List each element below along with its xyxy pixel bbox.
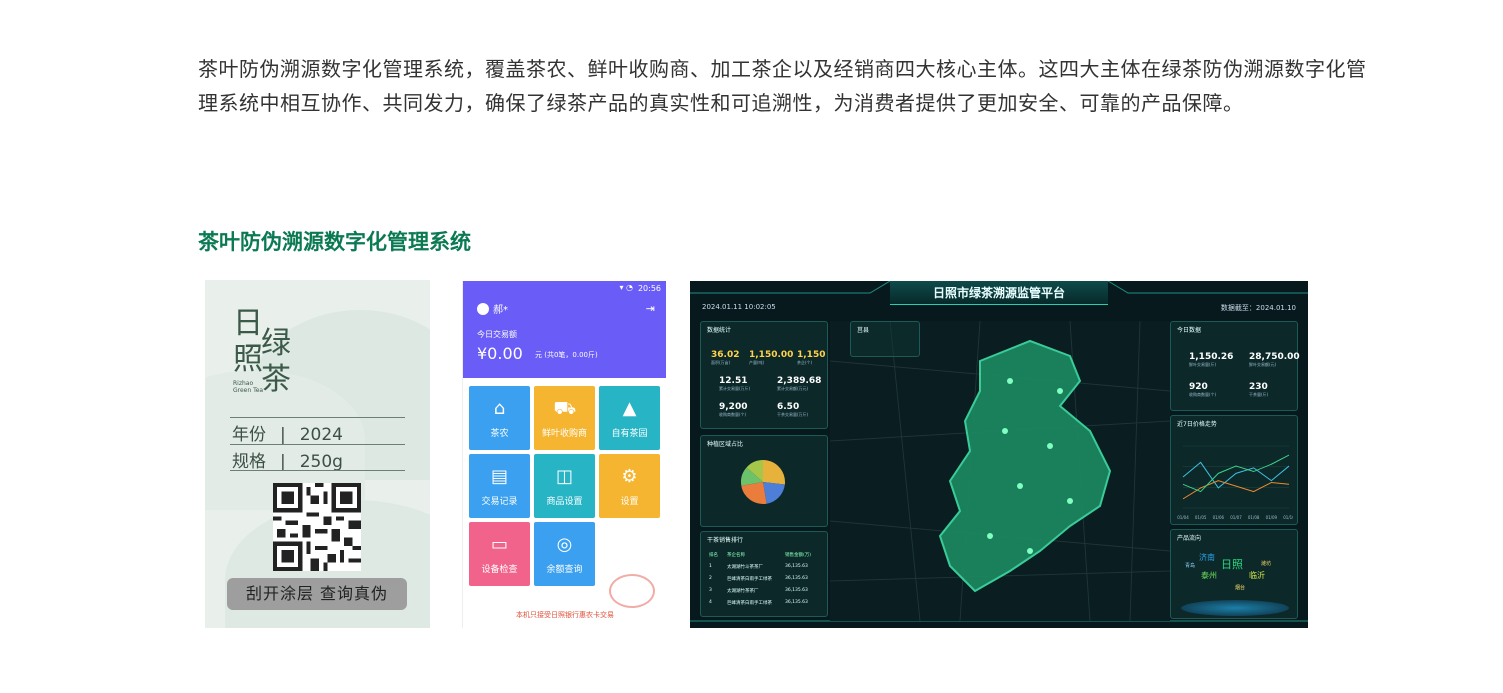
stat-buyers: 9,200 收购商数量(个) <box>719 402 748 417</box>
tile-product-settings[interactable]: ◫ 商品设置 <box>534 454 595 518</box>
user-info[interactable]: 郝* <box>477 301 508 316</box>
rizhao-green-tea-logo: 日 绿 照 茶 Rizhao Green Tea <box>233 306 291 397</box>
stat-volume: 12.51 累计交易量(万斤) <box>719 376 751 391</box>
ranking-panel: 干茶销售排行 排名 茶企名称 销售金额(万) 1 太湖湖竹斗茶茶厂 36,135.6… <box>700 531 828 617</box>
map-area[interactable] <box>830 321 1170 621</box>
pie-slice <box>763 460 785 485</box>
price-trend-chart: 01/04 01/05 01/06 01/07 01/08 01/09 01/10 <box>1177 445 1293 520</box>
coins-icon: ◎ <box>556 534 573 555</box>
logo-english: Rizhao Green Tea <box>233 380 264 394</box>
flow-city: 青岛 <box>1185 563 1196 569</box>
mobile-app-screenshot: ▾ ◔ 20:56 郝* ⇥ 今日交易额 ¥0.00 元 (共0笔，0.00斤)… <box>462 281 666 628</box>
bag-icon: ◫ <box>555 466 573 487</box>
table-row: 4 巨峰清茶白雨手工绿茶 36,135.63 <box>709 600 808 606</box>
series-line <box>1182 480 1290 500</box>
section-title: 茶叶防伪溯源数字化管理系统 <box>198 230 471 254</box>
trade-summary: 元 (共0笔，0.00斤) <box>535 351 598 359</box>
logout-icon[interactable]: ⇥ <box>646 302 655 315</box>
ranking-header: 排名 茶企名称 销售金额(万) <box>709 553 812 558</box>
x-tick-label: 01/04 <box>1177 515 1189 520</box>
document-icon: ▤ <box>490 466 508 487</box>
today-dry-tea: 230 干茶量(斤) <box>1249 382 1269 397</box>
x-tick-label: 01/06 <box>1213 515 1225 520</box>
flow-city: 潍坊 <box>1261 561 1272 567</box>
flow-city: 日照 <box>1221 558 1243 571</box>
user-hat-icon: ⌂ <box>493 398 506 419</box>
mountain-icon: ▲ <box>622 398 637 419</box>
tile-settings[interactable]: ⚙ 设置 <box>599 454 660 518</box>
scratch-verify-label: 刮开涂层 查询真伪 <box>227 578 407 610</box>
today-panel: 今日数据 1,150.26 鲜叶交易量(斤) 28,750.00 鲜叶交易额(元) … <box>1170 321 1300 411</box>
year-row: 年份 | 2024 <box>232 425 343 445</box>
flow-panel: 产品流向 日照 济南 泰州 临沂 青岛 潍坊 烟台 <box>1170 529 1298 619</box>
tea-package-image: 日 绿 照 茶 Rizhao Green Tea 年份 | 2024 规格 | 250g <box>205 280 430 628</box>
region-pie-chart <box>741 460 785 504</box>
trade-label: 今日交易额 <box>477 330 517 339</box>
dashboard-datetime: 2024.01.11 10:02:05 <box>702 303 776 311</box>
truck-icon: ⛟ <box>553 398 577 419</box>
divider <box>230 470 405 471</box>
stat-output: 1,150.00 产量(吨) <box>749 350 794 365</box>
x-tick-label: 01/05 <box>1195 515 1207 520</box>
map-region-filter[interactable]: 莒县 <box>850 321 920 357</box>
gear-icon: ⚙ <box>621 466 638 487</box>
intro-paragraph: 茶叶防伪溯源数字化管理系统，覆盖茶农、鲜叶收购商、加工茶企以及经销商四大核心主体… <box>198 57 1367 115</box>
spec-row: 规格 | 250g <box>232 452 343 472</box>
stat-area: 36.02 面积(万亩) <box>711 350 740 365</box>
stat-amount: 2,389.68 累计交易额(万元) <box>777 376 822 391</box>
stat-dry-tea: 6.50 干茶交易量(万斤) <box>777 402 809 417</box>
router-icon: ▭ <box>490 534 508 555</box>
pie-slice <box>741 482 767 504</box>
dashboard-screenshot: 日照市绿茶溯源监管平台 2024.01.11 10:02:05 数据截至：202… <box>690 281 1308 628</box>
divider <box>230 444 405 445</box>
wifi-signal-icon: ▾ ◔ <box>619 283 633 292</box>
tile-trade-records[interactable]: ▤ 交易记录 <box>469 454 530 518</box>
flow-city: 临沂 <box>1249 571 1265 580</box>
trend-panel: 近7日价格走势 01/04 01/05 01/06 01/07 01/08 01/09 01… <box>1170 415 1298 525</box>
table-row: 2 巨峰清茶白雨手工绿茶 36,135.63 <box>709 576 808 582</box>
flow-city: 泰州 <box>1201 571 1217 580</box>
today-leaf-amount: 28,750.00 鲜叶交易额(元) <box>1249 352 1300 367</box>
table-row: 1 太湖湖竹斗茶茶厂 36,135.63 <box>709 564 808 570</box>
flow-city: 济南 <box>1199 553 1215 562</box>
qr-code[interactable] <box>273 483 361 571</box>
pie-panel: 种植区域占比 <box>700 435 828 527</box>
tile-leaf-buyer[interactable]: ⛟ 鲜叶收购商 <box>534 386 595 450</box>
status-time: 20:56 <box>637 284 661 293</box>
dashboard-title: 日照市绿茶溯源监管平台 <box>890 281 1108 305</box>
app-header: ▾ ◔ 20:56 郝* ⇥ 今日交易额 ¥0.00 元 (共0笔，0.00斤) <box>463 281 666 378</box>
tile-balance-query[interactable]: ◎ 余额查询 <box>534 522 595 586</box>
flow-platform <box>1181 600 1289 616</box>
stamp-watermark <box>609 574 655 608</box>
tile-tea-farmer[interactable]: ⌂ 茶农 <box>469 386 530 450</box>
pie-slice <box>763 482 785 504</box>
x-tick-label: 01/07 <box>1230 515 1242 520</box>
flow-city: 烟台 <box>1235 585 1246 591</box>
x-tick-label: 01/10 <box>1283 515 1293 520</box>
x-tick-label: 01/09 <box>1266 515 1278 520</box>
table-row: 3 太湖湖竹茶茶厂 36,135.63 <box>709 588 808 594</box>
x-tick-label: 01/08 <box>1248 515 1260 520</box>
trade-amount: ¥0.00 <box>477 344 523 363</box>
tile-device-check[interactable]: ▭ 设备检查 <box>469 522 530 586</box>
stats-panel: 数据统计 36.02 面积(万亩) 1,150.00 产量(吨) 1,150 茶企(个… <box>700 321 828 429</box>
divider <box>230 417 405 418</box>
dashboard-cutoff: 数据截至：2024.01.10 <box>1220 304 1296 312</box>
today-leaf-volume: 1,150.26 鲜叶交易量(斤) <box>1189 352 1234 367</box>
today-buyers: 920 收购商数量(个) <box>1189 382 1217 397</box>
tile-own-garden[interactable]: ▲ 自有茶园 <box>599 386 660 450</box>
stat-companies: 1,150 茶企(个) <box>797 350 826 365</box>
app-footer-note: 本机只接受日照银行惠农卡交易 <box>516 611 614 619</box>
avatar-icon <box>477 302 489 315</box>
